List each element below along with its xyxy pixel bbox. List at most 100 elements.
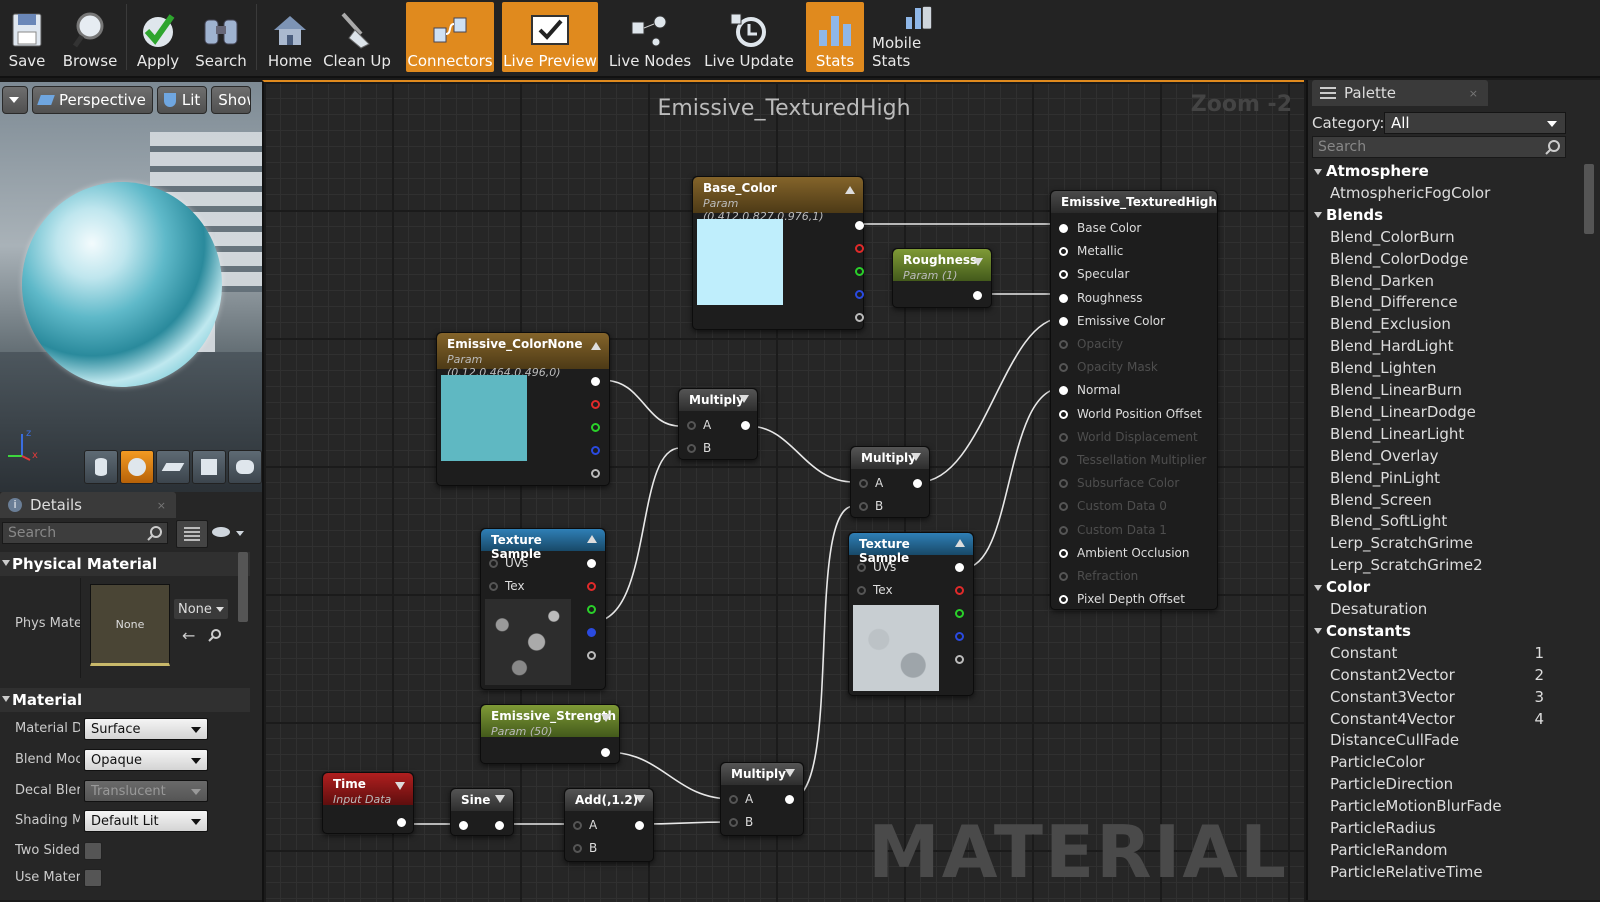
material-domain-combo[interactable]: Surface bbox=[84, 718, 208, 740]
two-sided-checkbox[interactable] bbox=[84, 842, 102, 860]
multiply-node-1[interactable]: Multiply A B bbox=[678, 388, 758, 460]
input-pin-a[interactable] bbox=[859, 479, 868, 488]
palette-scrollbar[interactable] bbox=[1584, 164, 1594, 234]
lit-button[interactable]: Lit bbox=[156, 86, 208, 114]
expand-arrow-icon[interactable] bbox=[395, 782, 405, 790]
output-pin-rgb[interactable] bbox=[591, 377, 600, 386]
input-pin-a[interactable] bbox=[573, 821, 582, 830]
output-pin-r[interactable] bbox=[855, 244, 864, 253]
palette-item[interactable]: Constant4Vector bbox=[1330, 710, 1455, 728]
perspective-button[interactable]: Perspective bbox=[32, 86, 153, 114]
palette-item[interactable]: DistanceCullFade bbox=[1330, 731, 1459, 749]
input-pin-uvs[interactable] bbox=[489, 559, 498, 568]
sine-node[interactable]: Sine bbox=[450, 788, 514, 836]
palette-item[interactable]: Blend_LinearDodge bbox=[1330, 403, 1476, 421]
output-pin-a[interactable] bbox=[587, 651, 596, 660]
palette-item[interactable]: Blend_LinearLight bbox=[1330, 425, 1464, 443]
property-matrix-button[interactable] bbox=[176, 520, 208, 548]
plane-preview-button[interactable] bbox=[156, 450, 190, 484]
palette-item[interactable]: Blend_SoftLight bbox=[1330, 512, 1447, 530]
output-pin-rgb[interactable] bbox=[855, 221, 864, 230]
output-pin-b[interactable] bbox=[855, 290, 864, 299]
expand-arrow-icon[interactable] bbox=[973, 258, 983, 266]
output-pin-r[interactable] bbox=[955, 586, 964, 595]
palette-item[interactable]: Blend_Lighten bbox=[1330, 359, 1436, 377]
browse-icon[interactable] bbox=[208, 628, 222, 642]
palette-item[interactable]: Blend_Difference bbox=[1330, 293, 1458, 311]
input-pin-a[interactable] bbox=[687, 421, 696, 430]
cylinder-preview-button[interactable] bbox=[84, 450, 118, 484]
details-scrollbar[interactable] bbox=[238, 552, 248, 622]
output-pin[interactable] bbox=[741, 421, 750, 430]
home-button[interactable]: Home bbox=[260, 2, 320, 72]
stats-button[interactable]: Stats bbox=[806, 2, 864, 72]
close-icon[interactable]: × bbox=[157, 499, 166, 512]
input-pin[interactable] bbox=[1059, 595, 1068, 605]
palette-item[interactable]: Constant2Vector bbox=[1330, 666, 1455, 684]
texture-sample-node-1[interactable]: Texture Sample UVs Tex bbox=[480, 528, 606, 690]
palette-item[interactable]: ParticleRelativeTime bbox=[1330, 863, 1483, 881]
output-pin[interactable] bbox=[785, 795, 794, 804]
details-search-input[interactable]: Search bbox=[2, 522, 168, 544]
emissive-strength-node[interactable]: Emissive_Strength Param (50) bbox=[480, 704, 620, 764]
input-pin[interactable] bbox=[1059, 548, 1068, 558]
output-pin-r[interactable] bbox=[591, 400, 600, 409]
palette-item[interactable]: Lerp_ScratchGrime bbox=[1330, 534, 1473, 552]
blend-mode-combo[interactable]: Opaque bbox=[84, 749, 208, 771]
palette-item[interactable]: AtmosphericFogColor bbox=[1330, 184, 1490, 202]
material-graph-canvas[interactable]: Emissive_TexturedHigh Zoom -2 MATERIAL B… bbox=[262, 80, 1304, 902]
output-pin-b[interactable] bbox=[587, 628, 596, 637]
palette-item[interactable]: Constant bbox=[1330, 644, 1397, 662]
palette-item[interactable]: Constant3Vector bbox=[1330, 688, 1455, 706]
palette-item[interactable]: ParticleRadius bbox=[1330, 819, 1436, 837]
collapse-arrow-icon[interactable] bbox=[845, 186, 855, 194]
input-pin[interactable] bbox=[1059, 409, 1068, 419]
cube-preview-button[interactable] bbox=[192, 450, 226, 484]
output-pin-g[interactable] bbox=[591, 423, 600, 432]
shading-model-combo[interactable]: Default Lit bbox=[84, 810, 208, 832]
output-pin[interactable] bbox=[913, 479, 922, 488]
base-color-node[interactable]: Base_Color Param (0.412,0.827,0.976,1) bbox=[692, 176, 864, 330]
use-selected-arrow-icon[interactable]: ← bbox=[182, 626, 195, 645]
palette-item[interactable]: Blend_ColorBurn bbox=[1330, 228, 1455, 246]
input-pin-b[interactable] bbox=[729, 818, 738, 827]
preview-viewport[interactable]: Perspective Lit Show z x bbox=[0, 82, 262, 492]
sphere-preview-button[interactable] bbox=[120, 450, 154, 484]
phys-mat-combo[interactable]: None bbox=[174, 599, 228, 619]
output-pin-g[interactable] bbox=[587, 605, 596, 614]
apply-button[interactable]: Apply bbox=[130, 2, 186, 72]
connectors-button[interactable]: Connectors bbox=[406, 2, 494, 72]
input-pin-tex[interactable] bbox=[857, 586, 866, 595]
input-pin-b[interactable] bbox=[573, 844, 582, 853]
viewport-options-button[interactable] bbox=[2, 86, 28, 114]
expand-arrow-icon[interactable] bbox=[739, 395, 749, 403]
multiply-node-2[interactable]: Multiply A B bbox=[850, 446, 930, 518]
input-pin[interactable] bbox=[1059, 316, 1068, 326]
output-pin-rgb[interactable] bbox=[587, 559, 596, 568]
input-pin-b[interactable] bbox=[859, 502, 868, 511]
palette-item[interactable]: Blend_ColorDodge bbox=[1330, 250, 1468, 268]
input-pin-tex[interactable] bbox=[489, 582, 498, 591]
expand-arrow-icon[interactable] bbox=[601, 714, 611, 722]
live-nodes-button[interactable]: Live Nodes bbox=[608, 2, 692, 72]
output-pin-a[interactable] bbox=[855, 313, 864, 322]
output-pin-a[interactable] bbox=[591, 469, 600, 478]
output-pin-a[interactable] bbox=[955, 655, 964, 664]
phys-mat-thumbnail[interactable]: None bbox=[90, 584, 170, 666]
palette-search-input[interactable]: Search bbox=[1312, 136, 1566, 158]
input-pin-a[interactable] bbox=[729, 795, 738, 804]
palette-category[interactable]: Blends bbox=[1314, 206, 1383, 224]
palette-item[interactable]: Blend_PinLight bbox=[1330, 469, 1440, 487]
collapse-arrow-icon[interactable] bbox=[955, 539, 965, 547]
show-button[interactable]: Show bbox=[211, 86, 252, 114]
palette-item[interactable]: Blend_Screen bbox=[1330, 491, 1432, 509]
view-options-button[interactable] bbox=[210, 524, 250, 542]
output-pin[interactable] bbox=[635, 821, 644, 830]
palette-item[interactable]: Lerp_ScratchGrime2 bbox=[1330, 556, 1483, 574]
texture-sample-node-2[interactable]: Texture Sample UVs Tex bbox=[848, 532, 974, 696]
use-material-checkbox[interactable] bbox=[84, 869, 102, 887]
add-node[interactable]: Add(,1.2) A B bbox=[564, 788, 654, 862]
input-pin[interactable] bbox=[1059, 247, 1068, 257]
collapse-arrow-icon[interactable] bbox=[591, 342, 601, 350]
palette-item[interactable]: ParticleDirection bbox=[1330, 775, 1453, 793]
